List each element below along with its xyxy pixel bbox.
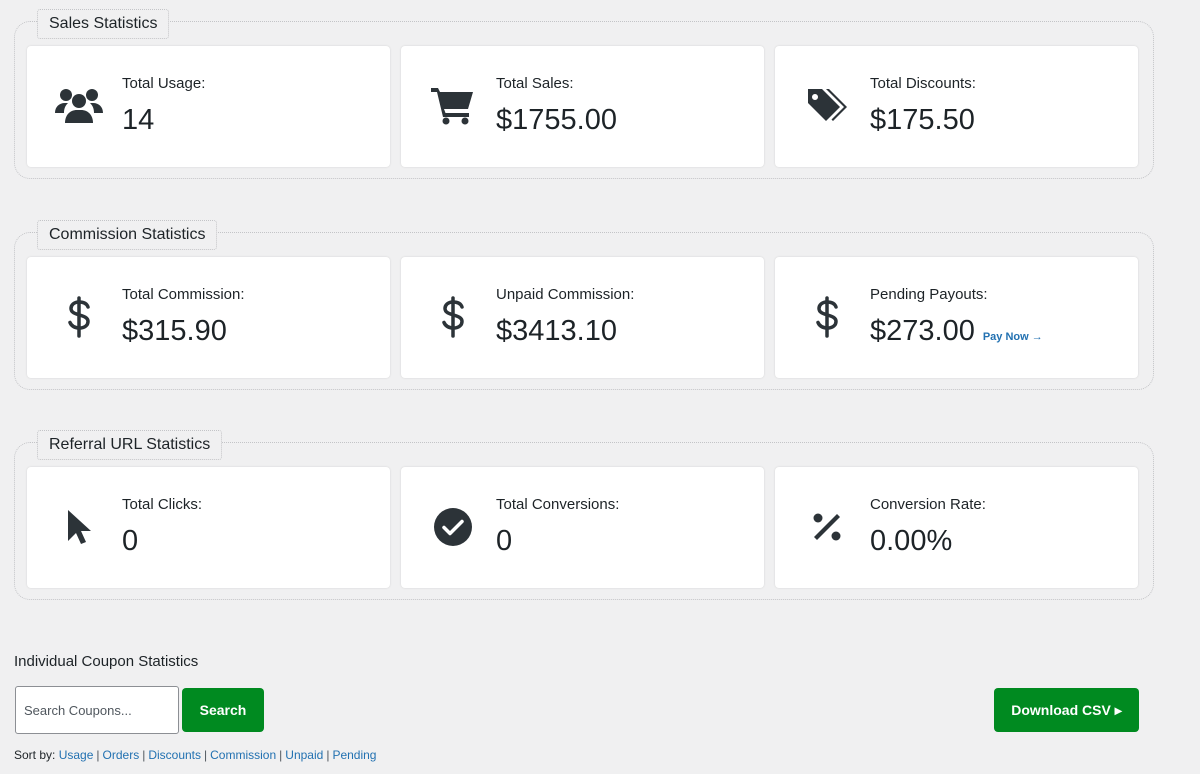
- commission-statistics-group: Commission Statistics Total Commission: …: [14, 220, 1154, 390]
- search-button[interactable]: Search: [182, 688, 264, 732]
- dollar-icon: [801, 294, 853, 340]
- sort-separator: |: [204, 748, 208, 762]
- total-clicks-label: Total Clicks:: [122, 496, 203, 513]
- total-usage-label: Total Usage:: [122, 75, 206, 92]
- total-clicks-card: Total Clicks: 0: [27, 467, 390, 588]
- tags-icon: [801, 83, 853, 129]
- referral-statistics-title: Referral URL Statistics: [37, 430, 223, 460]
- total-conversions-value: 0: [496, 525, 512, 558]
- users-icon: [53, 83, 105, 129]
- total-clicks-amount: 0: [122, 525, 139, 557]
- total-conversions-label: Total Conversions:: [496, 496, 620, 513]
- shopping-cart-icon: [427, 83, 479, 129]
- total-discounts-value: $175.50: [870, 104, 975, 137]
- conversion-rate-amount: 0.00%: [870, 525, 953, 557]
- unpaid-commission-value: $3413.10: [496, 315, 617, 348]
- sort-separator: |: [142, 748, 146, 762]
- total-discounts-card: Total Discounts: $175.50: [775, 46, 1138, 167]
- sort-pending-link[interactable]: Pending: [332, 748, 376, 762]
- pay-now-link[interactable]: Pay Now →: [983, 331, 1043, 343]
- total-discounts-label: Total Discounts:: [870, 75, 976, 92]
- sort-bar: Sort by: Usage | Orders | Discounts | Commissi…: [14, 748, 376, 762]
- total-conversions-amount: 0: [496, 525, 513, 557]
- coupon-statistics-heading: Individual Coupon Statistics: [14, 653, 199, 670]
- sales-statistics-title: Sales Statistics: [37, 9, 170, 39]
- download-csv-button[interactable]: Download CSV ▸: [994, 688, 1139, 732]
- total-sales-card: Total Sales: $1755.00: [401, 46, 764, 167]
- conversion-rate-label: Conversion Rate:: [870, 496, 986, 513]
- total-usage-value: 14: [122, 104, 154, 137]
- total-sales-amount: $1755.00: [496, 104, 617, 136]
- search-coupons-input[interactable]: [15, 686, 179, 734]
- conversion-rate-value: 0.00%: [870, 525, 952, 558]
- total-commission-amount: $315.90: [122, 315, 227, 347]
- check-circle-icon: [427, 504, 479, 550]
- pending-payouts-value: $273.00 Pay Now →: [870, 315, 1043, 348]
- dollar-icon: [53, 294, 105, 340]
- sort-separator: |: [96, 748, 100, 762]
- conversion-rate-card: Conversion Rate: 0.00%: [775, 467, 1138, 588]
- total-sales-label: Total Sales:: [496, 75, 574, 92]
- total-usage-amount: 14: [122, 104, 155, 136]
- commission-statistics-title: Commission Statistics: [37, 220, 218, 250]
- unpaid-commission-label: Unpaid Commission:: [496, 286, 635, 303]
- total-conversions-card: Total Conversions: 0: [401, 467, 764, 588]
- sort-commission-link[interactable]: Commission: [210, 748, 276, 762]
- percent-icon: [801, 504, 853, 550]
- total-sales-value: $1755.00: [496, 104, 617, 137]
- sort-discounts-link[interactable]: Discounts: [148, 748, 201, 762]
- total-discounts-amount: $175.50: [870, 104, 975, 136]
- unpaid-commission-amount: $3413.10: [496, 315, 617, 347]
- total-clicks-value: 0: [122, 525, 138, 558]
- sort-orders-link[interactable]: Orders: [103, 748, 140, 762]
- dollar-icon: [427, 294, 479, 340]
- sales-statistics-group: Sales Statistics Total Usage: 14 Total S…: [14, 9, 1154, 179]
- sort-separator: |: [279, 748, 283, 762]
- sort-label: Sort by:: [14, 748, 56, 762]
- pending-payouts-card: Pending Payouts: $273.00 Pay Now →: [775, 257, 1138, 378]
- referral-statistics-group: Referral URL Statistics Total Clicks: 0 …: [14, 430, 1154, 600]
- pending-payouts-label: Pending Payouts:: [870, 286, 988, 303]
- pointer-icon: [53, 504, 105, 550]
- sort-unpaid-link[interactable]: Unpaid: [285, 748, 323, 762]
- sort-separator: |: [326, 748, 330, 762]
- sort-usage-link[interactable]: Usage: [59, 748, 94, 762]
- pending-payouts-amount: $273.00: [870, 315, 975, 347]
- total-commission-label: Total Commission:: [122, 286, 245, 303]
- unpaid-commission-card: Unpaid Commission: $3413.10: [401, 257, 764, 378]
- total-usage-card: Total Usage: 14: [27, 46, 390, 167]
- total-commission-card: Total Commission: $315.90: [27, 257, 390, 378]
- total-commission-value: $315.90: [122, 315, 227, 348]
